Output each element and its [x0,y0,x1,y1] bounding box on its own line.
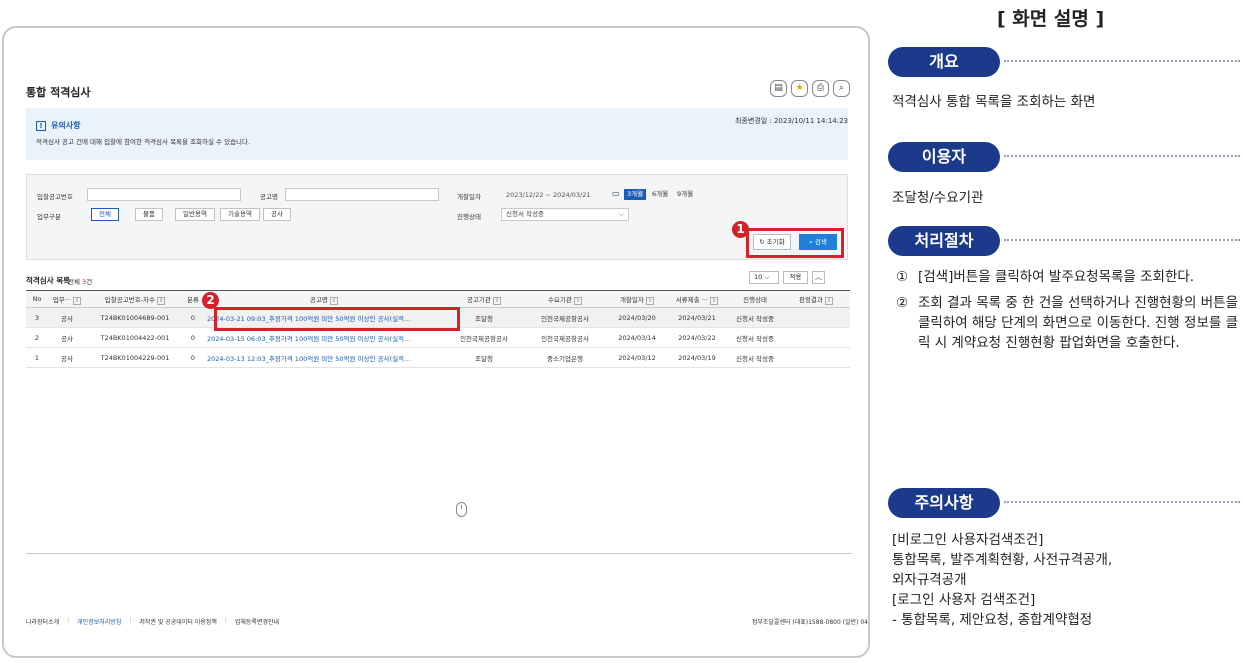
row-highlight-box [214,307,460,331]
footer-link-registration[interactable]: 업체등록변경안내 [235,617,279,626]
page-title: 통합 적격심사 [26,86,91,99]
footer-link-about[interactable]: 나라장터소개 [26,617,59,626]
col-bid-no[interactable]: 입찰공고번호-차수 ⇕ [86,290,184,308]
col-agency[interactable]: 공고기관 ⇕ [446,290,522,308]
chip-general-service[interactable]: 일반용역 [175,208,215,221]
period-9m[interactable]: 9개월 [674,189,696,200]
step-marker-2: 2 [202,292,219,309]
list-title: 적격심사 목록 [26,276,71,285]
sort-icon[interactable]: ⇕ [645,297,655,305]
status-select[interactable]: 신청서 작성중 ⌵ [501,208,629,221]
status-label: 진행상태 [457,213,481,221]
save-icon[interactable]: ⎙ [812,80,829,97]
footer-contact: 정부조달콜센터 (대표)1588-0800 (일반) 04 [751,619,868,626]
footer-divider [26,553,852,554]
footer-link-privacy[interactable]: 개인정보처리방침 [77,617,121,626]
sort-icon[interactable]: ⇕ [72,297,82,305]
dotted-divider [1004,501,1240,503]
status-link[interactable]: 신청서 작성중 [728,327,782,348]
notice-box: ! 유의사항 적격심사 공고 건에 대해 입찰에 참여한 적격심사 목록을 조회… [26,108,848,160]
collapse-icon[interactable]: ︿ [812,271,825,284]
alert-icon: ! [36,120,46,131]
open-date-label: 개찰일자 [457,193,481,201]
chip-tech-service[interactable]: 기술용역 [220,208,260,221]
bid-no-input[interactable] [87,188,241,201]
overview-text: 적격심사 통합 목록을 조회하는 화면 [892,94,1096,110]
col-status: 진행상태 [728,290,782,308]
sort-icon[interactable]: ⇕ [824,297,834,305]
chevron-down-icon: ⌵ [764,273,770,281]
col-no: No [26,290,48,308]
user-text: 조달청/수요기관 [892,190,984,206]
sort-icon[interactable]: ⇕ [709,297,719,305]
sort-icon[interactable]: ⇕ [573,297,583,305]
chevron-down-icon: ⌵ [619,210,624,218]
overview-pill: 개요 [888,47,1000,77]
page-size-select[interactable]: 10 ⌵ [749,271,779,284]
notice-heading: 유의사항 [51,121,81,130]
step-marker-1: 1 [732,221,749,238]
apply-button[interactable]: 적용 [783,271,808,284]
search-panel: 입찰공고번호 공고명 개찰일자 2023/12/22 ~ 2024/03/21 … [26,174,848,260]
col-doc-submit[interactable]: 서류제출 ··· ⇕ [666,290,728,308]
col-demand-agency[interactable]: 수요기관 ⇕ [522,290,608,308]
period-6m[interactable]: 6개월 [649,189,671,200]
screen-frame: 통합 적격심사 ▤ ★ ⎙ ⌕ ! 유의사항 적격심사 공고 건에 대해 입찰에… [2,26,870,658]
user-pill: 이용자 [888,142,1000,172]
mouse-icon [456,502,467,517]
period-3m[interactable]: 3개월 [624,189,647,200]
date-range[interactable]: 2023/12/22 ~ 2024/03/21 [506,191,591,199]
col-category[interactable]: 분류 [184,290,202,308]
description-title: [ 화면 설명 ] [997,8,1105,30]
sort-icon[interactable]: ⇕ [156,297,166,305]
dotted-divider [1004,60,1240,62]
table-row[interactable]: 1 공사 T24BK01004229-001 0 2024-03-13 12:0… [26,347,850,368]
chip-goods[interactable]: 물품 [135,208,163,221]
list-count: 전체 3건 [68,278,93,286]
bid-no-label: 입찰공고번호 [37,193,73,201]
print-icon[interactable]: ▤ [770,80,787,97]
process-step: ② 조회 결과 목록 중 한 건을 선택하거나 진행현황의 버튼을 클릭하여 해… [896,295,1238,351]
search-icon[interactable]: ⌕ [833,80,850,97]
dotted-divider [1004,239,1240,241]
col-business[interactable]: 업무··· ⇕ [48,290,86,308]
chip-construction[interactable]: 공사 [263,208,291,221]
col-result[interactable]: 판정결과 ⇕ [782,290,850,308]
caution-pill: 주의사항 [888,488,1000,518]
status-link[interactable]: 신청서 작성중 [728,347,782,368]
bid-name-label: 공고명 [260,193,278,201]
footer-links: 나라장터소개 | 개인정보처리방침 | 저작권 및 공공데이터 이용정책 | 업체등록… [26,617,280,626]
calendar-icon[interactable]: ▭ [612,189,620,198]
table-header: No 업무··· ⇕ 입찰공고번호-차수 ⇕ 분류 공고명 ⇕ 공고기관 ⇕ 수요기관 ⇕… [26,290,850,308]
sort-icon[interactable]: ⇕ [492,297,502,305]
footer-link-copyright[interactable]: 저작권 및 공공데이터 이용정책 [139,617,216,626]
business-label: 업무구분 [37,213,61,221]
chip-all[interactable]: 전체 [91,208,119,221]
caution-text: [비로그인 사용자검색조건] 통합목록, 발주계획현황, 사전규격공개, 외자규… [892,532,1113,628]
col-open-date[interactable]: 개찰일자 ⇕ [608,290,666,308]
last-modified: 최종변경일 : 2023/10/11 14:14:23 [734,117,848,125]
notice-text: 적격심사 공고 건에 대해 입찰에 참여한 적격심사 목록을 조회하실 수 있습… [36,138,251,146]
star-icon[interactable]: ★ [791,80,808,97]
dotted-divider [1004,155,1240,157]
process-steps: ① [검색]버튼을 클릭하여 발주요청목록을 조회한다. ② 조회 결과 목록 … [896,267,1241,359]
process-pill: 처리절차 [888,226,1000,256]
col-bid-name[interactable]: 공고명 ⇕ [202,290,446,308]
title-toolbar: ▤ ★ ⎙ ⌕ [770,80,850,97]
bid-name-link[interactable]: 2024-03-13 12:03_추정가격 100억원 미만 50억원 이상인 … [202,347,446,368]
sort-icon[interactable]: ⇕ [329,297,339,305]
bid-name-input[interactable] [285,188,439,201]
process-step: ① [검색]버튼을 클릭하여 발주요청목록을 조회한다. [896,269,1195,285]
status-link[interactable]: 신청서 작성중 [728,307,782,328]
search-highlight-box [746,228,844,258]
